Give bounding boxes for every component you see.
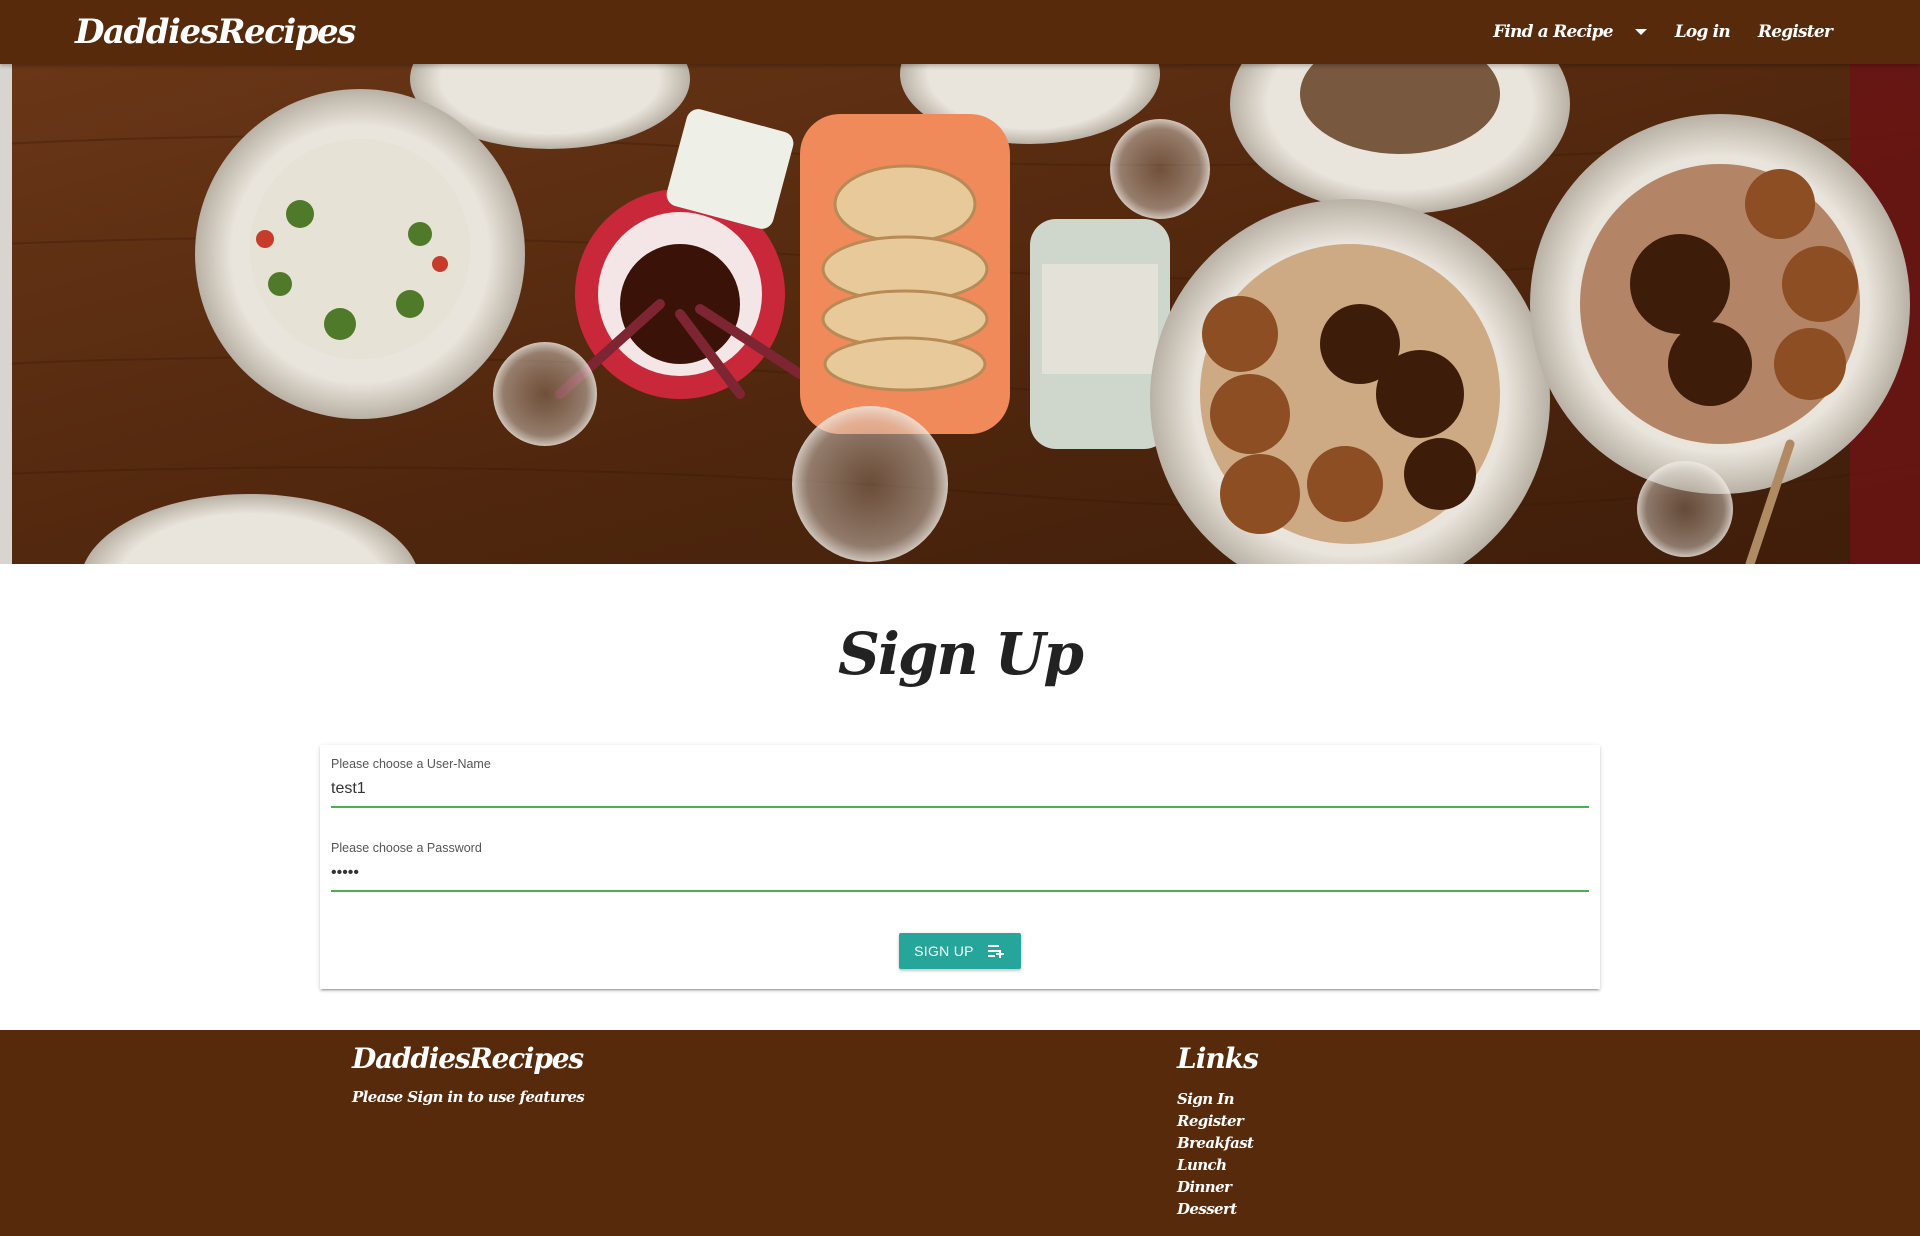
nav-links: Find a Recipe Log in Register [1493, 0, 1833, 64]
nav-login-link[interactable]: Log in [1675, 22, 1731, 42]
nav-find-recipe-dropdown[interactable]: Find a Recipe [1493, 22, 1647, 42]
footer-link-lunch[interactable]: Lunch [1177, 1154, 1253, 1176]
footer-link-breakfast[interactable]: Breakfast [1177, 1132, 1254, 1154]
footer-link-dinner[interactable]: Dinner [1177, 1176, 1253, 1198]
username-label: Please choose a User-Name [331, 757, 491, 771]
footer-link-sign-in[interactable]: Sign In [1177, 1088, 1253, 1110]
password-input[interactable] [331, 856, 1589, 892]
username-input[interactable] [331, 772, 1589, 808]
signup-button-label: SIGN UP [914, 943, 974, 959]
hero-food-table-illustration [0, 64, 1920, 564]
signup-button[interactable]: SIGN UP [899, 933, 1021, 969]
footer-link-dessert[interactable]: Dessert [1177, 1198, 1253, 1220]
signup-form-card: Please choose a User-Name Please choose … [320, 745, 1600, 989]
footer: DaddiesRecipes Please Sign in to use fea… [0, 1030, 1920, 1236]
hero-image [0, 64, 1920, 564]
password-label: Please choose a Password [331, 841, 482, 855]
brand-logo[interactable]: DaddiesRecipes [75, 12, 356, 52]
password-field-group: Please choose a Password [331, 840, 1589, 892]
footer-link-register[interactable]: Register [1177, 1110, 1253, 1132]
footer-signin-hint: Please Sign in to use features [352, 1088, 585, 1106]
footer-brand: DaddiesRecipes [352, 1042, 584, 1075]
nav-register-link[interactable]: Register [1758, 22, 1833, 42]
username-field-group: Please choose a User-Name [331, 756, 1589, 808]
footer-links-list: Sign In Register Breakfast Lunch Dinner … [1177, 1088, 1254, 1220]
navbar: DaddiesRecipes Find a Recipe Log in Regi… [0, 0, 1920, 64]
playlist-add-icon [987, 945, 1004, 958]
nav-find-recipe-label: Find a Recipe [1493, 22, 1613, 42]
page-title: Sign Up [838, 620, 1084, 688]
footer-links-title: Links [1177, 1042, 1259, 1075]
dropdown-caret-icon [1634, 29, 1647, 35]
